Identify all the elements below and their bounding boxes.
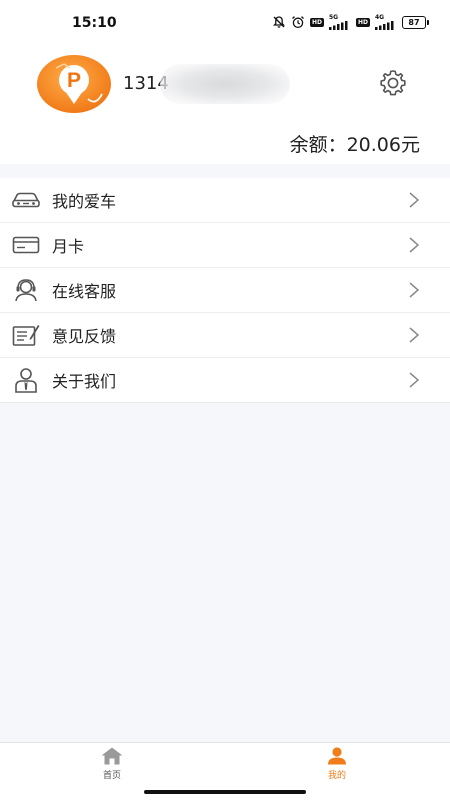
network-4g: 4G — [375, 14, 397, 30]
menu-item-label: 在线客服 — [52, 282, 117, 301]
menu-item-label: 月卡 — [52, 237, 85, 256]
menu-item-monthly-card[interactable]: 月卡 — [0, 223, 450, 268]
screen: 15:10 HD 5G HD 4G 87 P 1314 余额：20.06元 我的… — [0, 0, 450, 800]
chevron-right-icon — [409, 237, 420, 253]
card-icon — [11, 233, 41, 257]
home-icon — [101, 747, 123, 765]
network-5g: 5G — [328, 14, 351, 30]
tab-home[interactable]: 首页 — [72, 747, 152, 787]
tab-label: 首页 — [102, 771, 121, 781]
chevron-right-icon — [409, 372, 420, 388]
person-icon — [11, 368, 41, 393]
menu-item-online-service[interactable]: 在线客服 — [0, 268, 450, 313]
car-icon — [11, 188, 41, 212]
chevron-right-icon — [409, 282, 420, 298]
status-time: 15:10 — [72, 15, 117, 31]
chevron-right-icon — [409, 192, 420, 208]
battery-icon: 87 — [402, 15, 429, 29]
user-icon — [328, 747, 346, 765]
status-icons: HD 5G HD 4G 87 — [272, 14, 429, 30]
headset-icon — [11, 278, 41, 302]
settings-button[interactable] — [374, 64, 412, 102]
tab-mine[interactable]: 我的 — [297, 747, 377, 787]
parking-logo-icon[interactable]: P — [36, 54, 112, 114]
balance-text: 余额：20.06元 — [289, 134, 420, 156]
hd-badge: HD — [309, 17, 324, 27]
hd-badge: HD — [355, 17, 370, 27]
signal-icon — [375, 20, 394, 30]
gear-icon — [380, 70, 406, 96]
menu-item-label: 我的爱车 — [52, 192, 117, 211]
alarm-icon — [292, 16, 304, 29]
status-bar: 15:10 HD 5G HD 4G 87 — [0, 0, 450, 42]
profile-header: P 1314 余额：20.06元 — [0, 42, 450, 164]
chevron-right-icon — [409, 327, 420, 343]
signal-icon — [328, 20, 348, 30]
phone-number-mask — [160, 64, 290, 104]
svg-text:P: P — [67, 69, 81, 92]
menu-item-my-car[interactable]: 我的爱车 — [0, 178, 450, 223]
mute-bell-icon — [273, 16, 285, 28]
menu-item-about-us[interactable]: 关于我们 — [0, 358, 450, 403]
menu-item-label: 关于我们 — [52, 372, 117, 391]
home-indicator — [144, 790, 306, 794]
menu-item-feedback[interactable]: 意见反馈 — [0, 313, 450, 358]
tab-label: 我的 — [327, 771, 346, 781]
feedback-icon — [11, 323, 41, 347]
menu-list: 我的爱车 月卡 在线客服 意见反馈 关于我们 — [0, 178, 450, 403]
menu-item-label: 意见反馈 — [52, 327, 117, 346]
